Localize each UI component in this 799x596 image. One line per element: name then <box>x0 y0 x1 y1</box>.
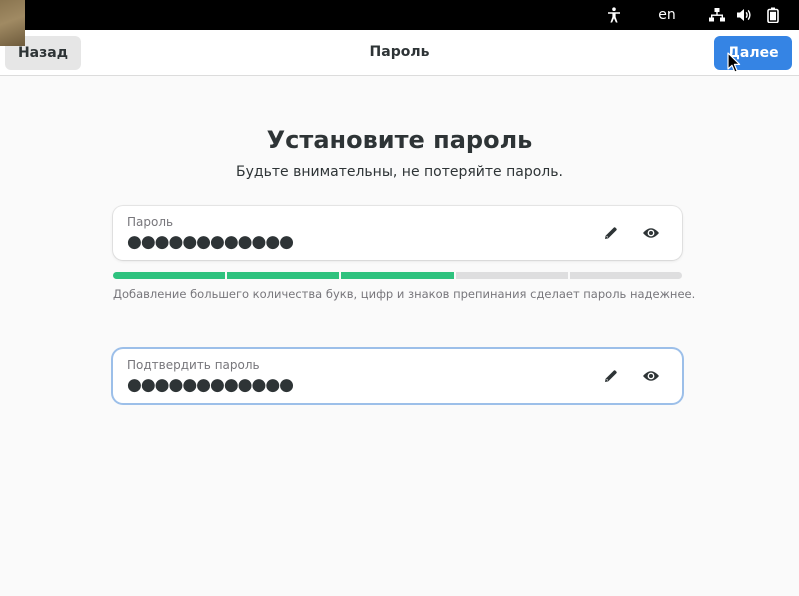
show-password-eye-icon[interactable] <box>638 220 664 246</box>
confirm-password-field-label: Подтвердить пароль <box>127 358 260 372</box>
password-field-value[interactable]: ●●●●●●●●●●●● <box>127 232 294 252</box>
strength-segment <box>341 272 454 279</box>
accessibility-icon[interactable] <box>604 0 624 30</box>
main-heading: Установите пароль <box>266 126 533 154</box>
header-bar: Назад Пароль Далее <box>0 30 799 76</box>
confirm-password-field[interactable]: Подтвердить пароль ●●●●●●●●●●●● <box>113 349 682 403</box>
password-field[interactable]: Пароль ●●●●●●●●●●●● <box>113 206 682 260</box>
strength-segment <box>455 272 568 279</box>
edit-pencil-icon[interactable] <box>598 220 624 246</box>
edit-pencil-icon[interactable] <box>598 363 624 389</box>
volume-icon[interactable] <box>734 0 754 30</box>
password-field-label: Пароль <box>127 215 174 229</box>
user-avatar-thumbnail <box>0 0 25 46</box>
show-password-eye-icon[interactable] <box>638 363 664 389</box>
page-title: Пароль <box>369 44 430 60</box>
password-strength-meter <box>113 272 683 279</box>
mouse-cursor-icon <box>727 52 741 78</box>
password-strength-hint: Добавление большего количества букв, циф… <box>113 287 696 301</box>
network-icon[interactable] <box>706 0 728 30</box>
keyboard-language-indicator[interactable]: en <box>652 0 682 30</box>
strength-segment <box>569 272 683 279</box>
confirm-password-field-value[interactable]: ●●●●●●●●●●●● <box>127 375 294 395</box>
main-subheading: Будьте внимательны, не потеряйте пароль. <box>236 164 563 180</box>
battery-icon[interactable] <box>763 0 783 30</box>
next-button[interactable]: Далее <box>714 36 792 70</box>
strength-segment <box>227 272 340 279</box>
strength-segment <box>113 272 226 279</box>
